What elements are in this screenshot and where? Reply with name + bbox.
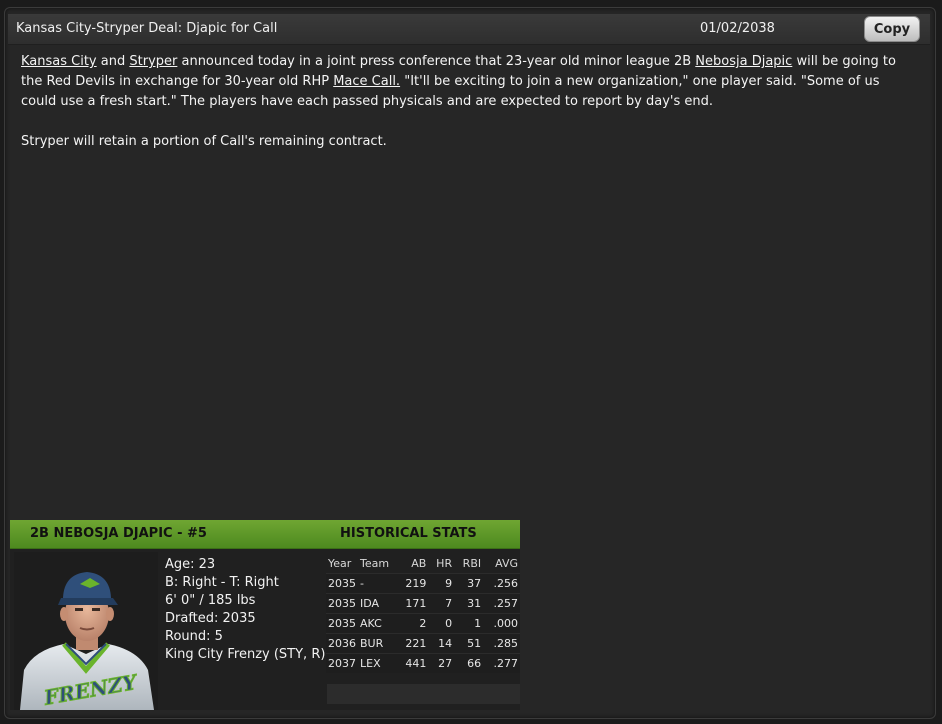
stat-year: 2035 [326, 613, 358, 634]
stat-hr: 0 [428, 613, 455, 634]
stat-avg: .285 [483, 633, 520, 654]
text-span: and [96, 54, 130, 69]
stat-team: IDA [358, 593, 396, 614]
col-header-ab: AB [411, 557, 427, 570]
stat-hr: 27 [428, 653, 455, 673]
stat-team: - [358, 573, 396, 594]
stat-avg: .000 [483, 613, 520, 634]
stat-hr: 9 [428, 573, 455, 594]
stat-team: AKC [358, 613, 396, 634]
player-card: 2B NEBOSJA DJAPIC - #5 HISTORICAL STATS … [10, 520, 520, 710]
stat-year: 2036 [326, 633, 358, 654]
stat-avg: .257 [483, 593, 520, 614]
historical-stats-title: HISTORICAL STATS [340, 526, 477, 541]
player-age: Age: 23 [165, 557, 216, 572]
text-span: announced today in a joint press confere… [177, 54, 696, 69]
stat-ab: 171 [396, 593, 429, 614]
stat-avg: .256 [483, 573, 520, 594]
col-header-avg: AVG [495, 557, 518, 570]
player-portrait-image: FRENZY [20, 572, 154, 710]
stat-rbi: 37 [454, 573, 484, 594]
stat-avg: .277 [483, 653, 520, 673]
player-bats-throws: B: Right - T: Right [165, 575, 279, 590]
stat-ab: 2 [396, 613, 429, 634]
player-card-name[interactable]: 2B NEBOSJA DJAPIC - #5 [30, 526, 207, 541]
table-row: 2035 - 219 9 37 .256 [326, 573, 520, 594]
player-round: Round: 5 [165, 629, 223, 644]
stat-rbi: 1 [454, 613, 484, 634]
article-paragraph: Stryper will retain a portion of Call's … [21, 134, 387, 149]
table-row: 2037 LEX 441 27 66 .277 [326, 653, 520, 673]
stat-hr: 7 [428, 593, 455, 614]
copy-button[interactable]: Copy [864, 16, 920, 42]
historical-stats-table: Year Team AB HR RBI AVG 2035 - 219 9 37 … [326, 554, 520, 673]
stat-rbi: 51 [454, 633, 484, 654]
stat-year: 2035 [326, 593, 358, 614]
stat-hr: 14 [428, 633, 455, 654]
player-height-weight: 6' 0" / 185 lbs [165, 593, 256, 608]
player-card-header: 2B NEBOSJA DJAPIC - #5 HISTORICAL STATS [10, 520, 520, 549]
article-title: Kansas City-Stryper Deal: Djapic for Cal… [16, 21, 278, 36]
col-header-rbi: RBI [462, 557, 482, 570]
stat-team: BUR [358, 633, 396, 654]
article-body: Kansas City and Stryper announced today … [21, 52, 911, 172]
stat-year: 2037 [326, 653, 358, 673]
player-team[interactable]: King City Frenzy (STY, R) [165, 646, 325, 664]
player-link-call[interactable]: Mace Call. [333, 74, 400, 89]
team-link-stryper[interactable]: Stryper [129, 54, 177, 69]
col-header-team: Team [360, 557, 390, 570]
stat-ab: 221 [396, 633, 429, 654]
stat-rbi: 66 [454, 653, 484, 673]
stat-rbi: 31 [454, 593, 484, 614]
stat-year: 2035 [326, 573, 358, 594]
title-bar: Kansas City-Stryper Deal: Djapic for Cal… [8, 14, 930, 45]
table-row: 2035 AKC 2 0 1 .000 [326, 613, 520, 634]
stat-ab: 441 [396, 653, 429, 673]
stat-ab: 219 [396, 573, 429, 594]
stats-header-row: Year Team AB HR RBI AVG [326, 554, 520, 574]
col-header-year: Year [328, 557, 352, 570]
article-date: 01/02/2038 [700, 21, 775, 36]
team-link-kansas-city[interactable]: Kansas City [21, 54, 97, 69]
stats-footer-bar [327, 684, 520, 704]
player-link-djapic[interactable]: Nebosja Djapic [695, 54, 792, 69]
article-paragraph: Kansas City and Stryper announced today … [21, 52, 911, 112]
col-header-hr: HR [436, 557, 453, 570]
table-row: 2036 BUR 221 14 51 .285 [326, 633, 520, 654]
player-portrait[interactable]: FRENZY [14, 552, 158, 710]
table-row: 2035 IDA 171 7 31 .257 [326, 593, 520, 614]
player-drafted: Drafted: 2035 [165, 611, 256, 626]
stat-team: LEX [358, 653, 396, 673]
player-bio: Age: 23 B: Right - T: Right 6' 0" / 185 … [165, 556, 325, 664]
